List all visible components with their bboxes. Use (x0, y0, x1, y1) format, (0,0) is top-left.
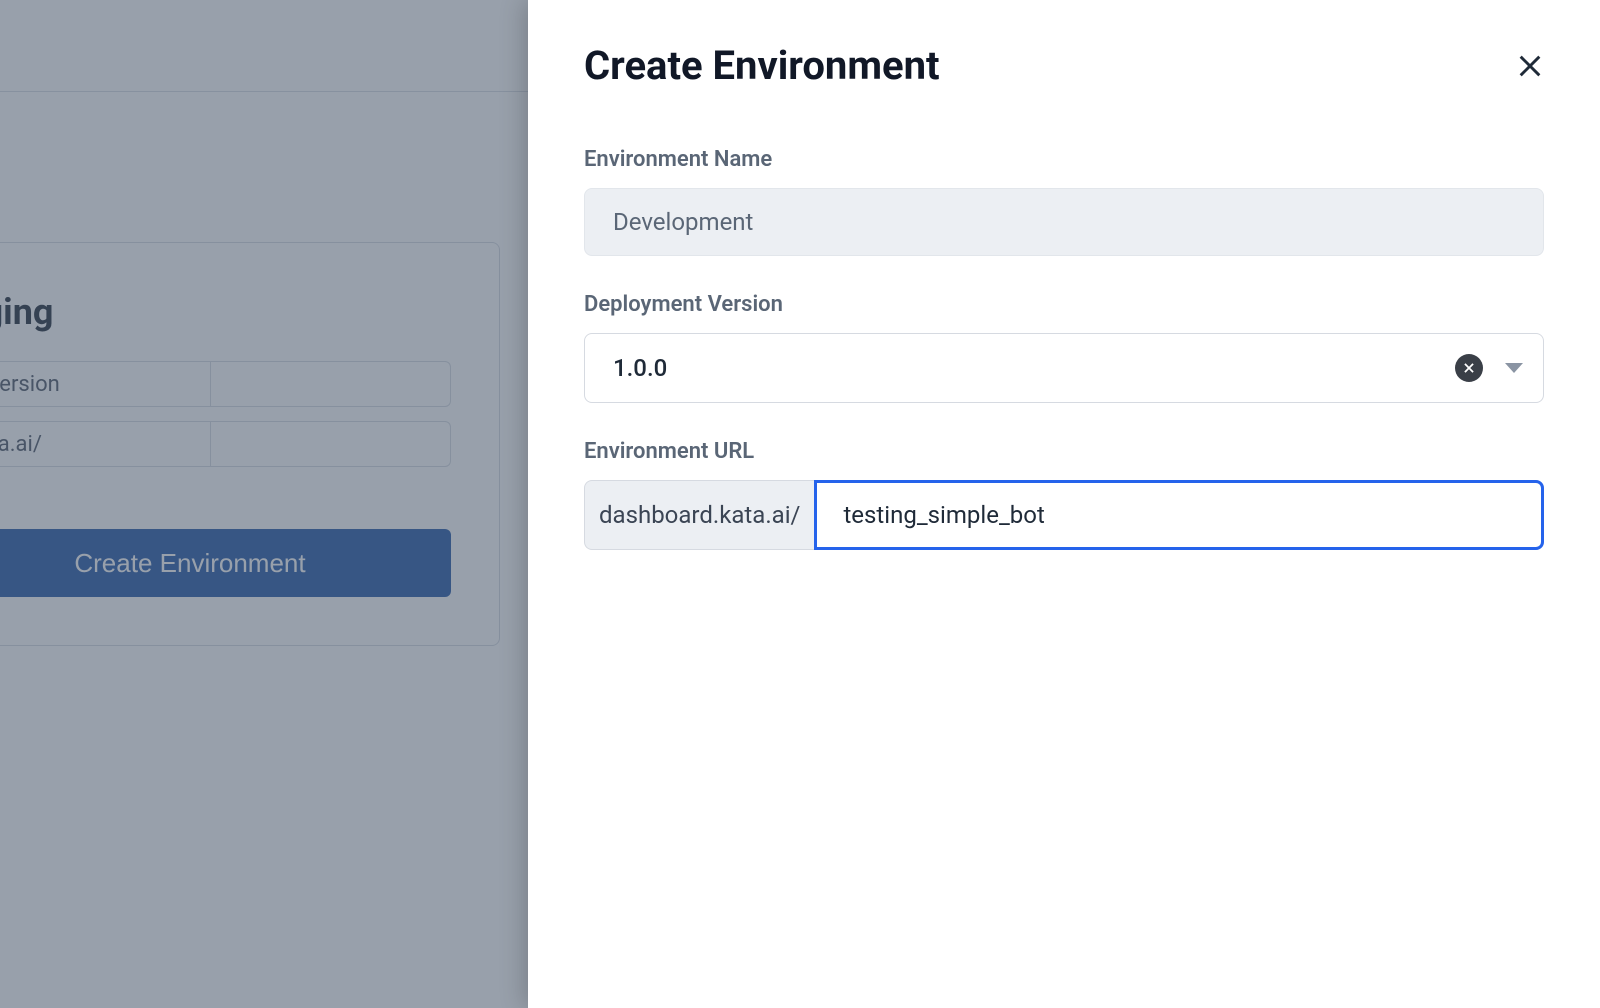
field-environment-name: Environment Name Development (584, 147, 1544, 256)
drawer-title: Create Environment (584, 42, 940, 89)
select-controls (1455, 354, 1523, 382)
clear-selection-icon[interactable] (1455, 354, 1483, 382)
field-environment-url: Environment URL dashboard.kata.ai/ (584, 439, 1544, 550)
deployment-version-label: Deployment Version (584, 292, 1544, 317)
deployment-version-value: 1.0.0 (613, 354, 667, 382)
environment-url-label: Environment URL (584, 439, 1544, 464)
field-deployment-version: Deployment Version 1.0.0 (584, 292, 1544, 403)
environment-url-row: dashboard.kata.ai/ (584, 480, 1544, 550)
deployment-version-select[interactable]: 1.0.0 (584, 333, 1544, 403)
drawer-header: Create Environment (584, 42, 1544, 89)
close-icon[interactable] (1516, 52, 1544, 80)
environment-url-prefix: dashboard.kata.ai/ (584, 480, 814, 550)
create-environment-drawer: Create Environment Environment Name Deve… (528, 0, 1600, 1008)
environment-name-label: Environment Name (584, 147, 1544, 172)
environment-name-input: Development (584, 188, 1544, 256)
environment-url-input[interactable] (814, 480, 1544, 550)
chevron-down-icon (1505, 363, 1523, 373)
